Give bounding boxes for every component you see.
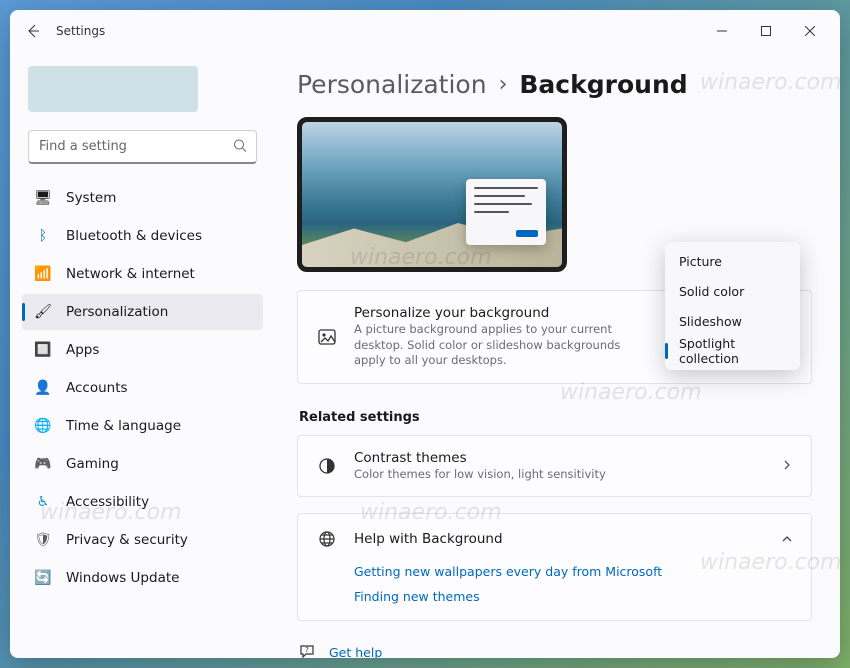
breadcrumb-separator: › xyxy=(499,72,508,97)
background-type-dropdown: PictureSolid colorSlideshowSpotlight col… xyxy=(665,242,800,370)
dropdown-option-slideshow[interactable]: Slideshow xyxy=(665,306,800,336)
privacy-icon: 🛡 xyxy=(34,531,52,549)
preview-dialog xyxy=(466,179,546,245)
update-icon: 🔄 xyxy=(34,569,52,587)
back-button[interactable] xyxy=(18,16,48,46)
apps-icon: 🔲 xyxy=(34,341,52,359)
nav-list: 🖥 System ᛒ Bluetooth & devices 📶 Network & in… xyxy=(22,180,263,596)
help-background-card: Help with Background Getting new wallpap… xyxy=(297,513,812,621)
sidebar-item-label: Apps xyxy=(66,342,99,358)
sidebar-item-label: System xyxy=(66,190,116,206)
svg-text:?: ? xyxy=(305,646,309,654)
search-icon xyxy=(233,138,247,157)
sidebar-item-label: Windows Update xyxy=(66,570,179,586)
sidebar-item-gaming[interactable]: 🎮 Gaming xyxy=(22,446,263,482)
sidebar: 🖥 System ᛒ Bluetooth & devices 📶 Network & in… xyxy=(10,52,275,658)
globe-icon xyxy=(316,528,338,550)
sidebar-item-personalization[interactable]: 🖌 Personalization xyxy=(22,294,263,330)
minimize-button[interactable] xyxy=(700,16,744,46)
sidebar-item-windows-update[interactable]: 🔄 Windows Update xyxy=(22,560,263,596)
sidebar-item-label: Time & language xyxy=(66,418,181,434)
sidebar-item-label: Accounts xyxy=(66,380,128,396)
help-link[interactable]: Getting new wallpapers every day from Mi… xyxy=(354,564,793,579)
breadcrumb-parent[interactable]: Personalization xyxy=(297,70,487,99)
get-help-label: Get help xyxy=(329,645,382,658)
time-icon: 🌐 xyxy=(34,417,52,435)
window-title: Settings xyxy=(56,24,105,38)
help-title: Help with Background xyxy=(354,531,765,547)
personalization-icon: 🖌 xyxy=(34,303,52,321)
contrast-subtitle: Color themes for low vision, light sensi… xyxy=(354,467,765,483)
breadcrumb-current: Background xyxy=(519,70,687,99)
search-container xyxy=(28,130,257,164)
contrast-icon xyxy=(316,455,338,477)
sidebar-item-privacy-security[interactable]: 🛡 Privacy & security xyxy=(22,522,263,558)
accounts-icon: 👤 xyxy=(34,379,52,397)
picture-icon xyxy=(316,326,338,348)
sidebar-item-accounts[interactable]: 👤 Accounts xyxy=(22,370,263,406)
search-input[interactable] xyxy=(28,130,257,164)
help-link[interactable]: Finding new themes xyxy=(354,589,793,604)
sidebar-item-label: Gaming xyxy=(66,456,119,472)
dropdown-option-picture[interactable]: Picture xyxy=(665,246,800,276)
dropdown-option-spotlight-collection[interactable]: Spotlight collection xyxy=(665,336,800,366)
sidebar-item-network-internet[interactable]: 📶 Network & internet xyxy=(22,256,263,292)
sidebar-item-label: Accessibility xyxy=(66,494,149,510)
get-help-link[interactable]: ? Get help xyxy=(299,643,812,658)
maximize-button[interactable] xyxy=(744,16,788,46)
titlebar: Settings xyxy=(10,10,840,52)
main-content: Personalization › Background xyxy=(275,52,840,658)
breadcrumb: Personalization › Background xyxy=(297,70,812,99)
wifi-icon: 📶 xyxy=(34,265,52,283)
sidebar-item-label: Bluetooth & devices xyxy=(66,228,202,244)
chevron-up-icon xyxy=(781,530,793,549)
gaming-icon: 🎮 xyxy=(34,455,52,473)
contrast-title: Contrast themes xyxy=(354,450,765,466)
chevron-right-icon xyxy=(781,456,793,475)
sidebar-item-label: Privacy & security xyxy=(66,532,188,548)
close-button[interactable] xyxy=(788,16,832,46)
help-chat-icon: ? xyxy=(299,643,317,658)
background-preview[interactable] xyxy=(297,117,567,272)
sidebar-item-bluetooth-devices[interactable]: ᛒ Bluetooth & devices xyxy=(22,218,263,254)
sidebar-item-label: Network & internet xyxy=(66,266,195,282)
sidebar-item-time-language[interactable]: 🌐 Time & language xyxy=(22,408,263,444)
dropdown-option-solid-color[interactable]: Solid color xyxy=(665,276,800,306)
sidebar-item-accessibility[interactable]: ♿ Accessibility xyxy=(22,484,263,520)
help-header-row[interactable]: Help with Background xyxy=(298,514,811,564)
sidebar-item-system[interactable]: 🖥 System xyxy=(22,180,263,216)
settings-window: Settings 🖥 System ᛒ Bluetooth & devices 📶 Net… xyxy=(10,10,840,658)
contrast-themes-card[interactable]: Contrast themes Color themes for low vis… xyxy=(297,435,812,498)
account-tile[interactable] xyxy=(28,66,198,112)
related-settings-label: Related settings xyxy=(299,410,812,425)
system-icon: 🖥 xyxy=(34,189,52,207)
accessibility-icon: ♿ xyxy=(34,493,52,511)
sidebar-item-label: Personalization xyxy=(66,304,168,320)
bluetooth-icon: ᛒ xyxy=(34,227,52,245)
personalize-subtitle: A picture background applies to your cur… xyxy=(354,322,634,369)
sidebar-item-apps[interactable]: 🔲 Apps xyxy=(22,332,263,368)
